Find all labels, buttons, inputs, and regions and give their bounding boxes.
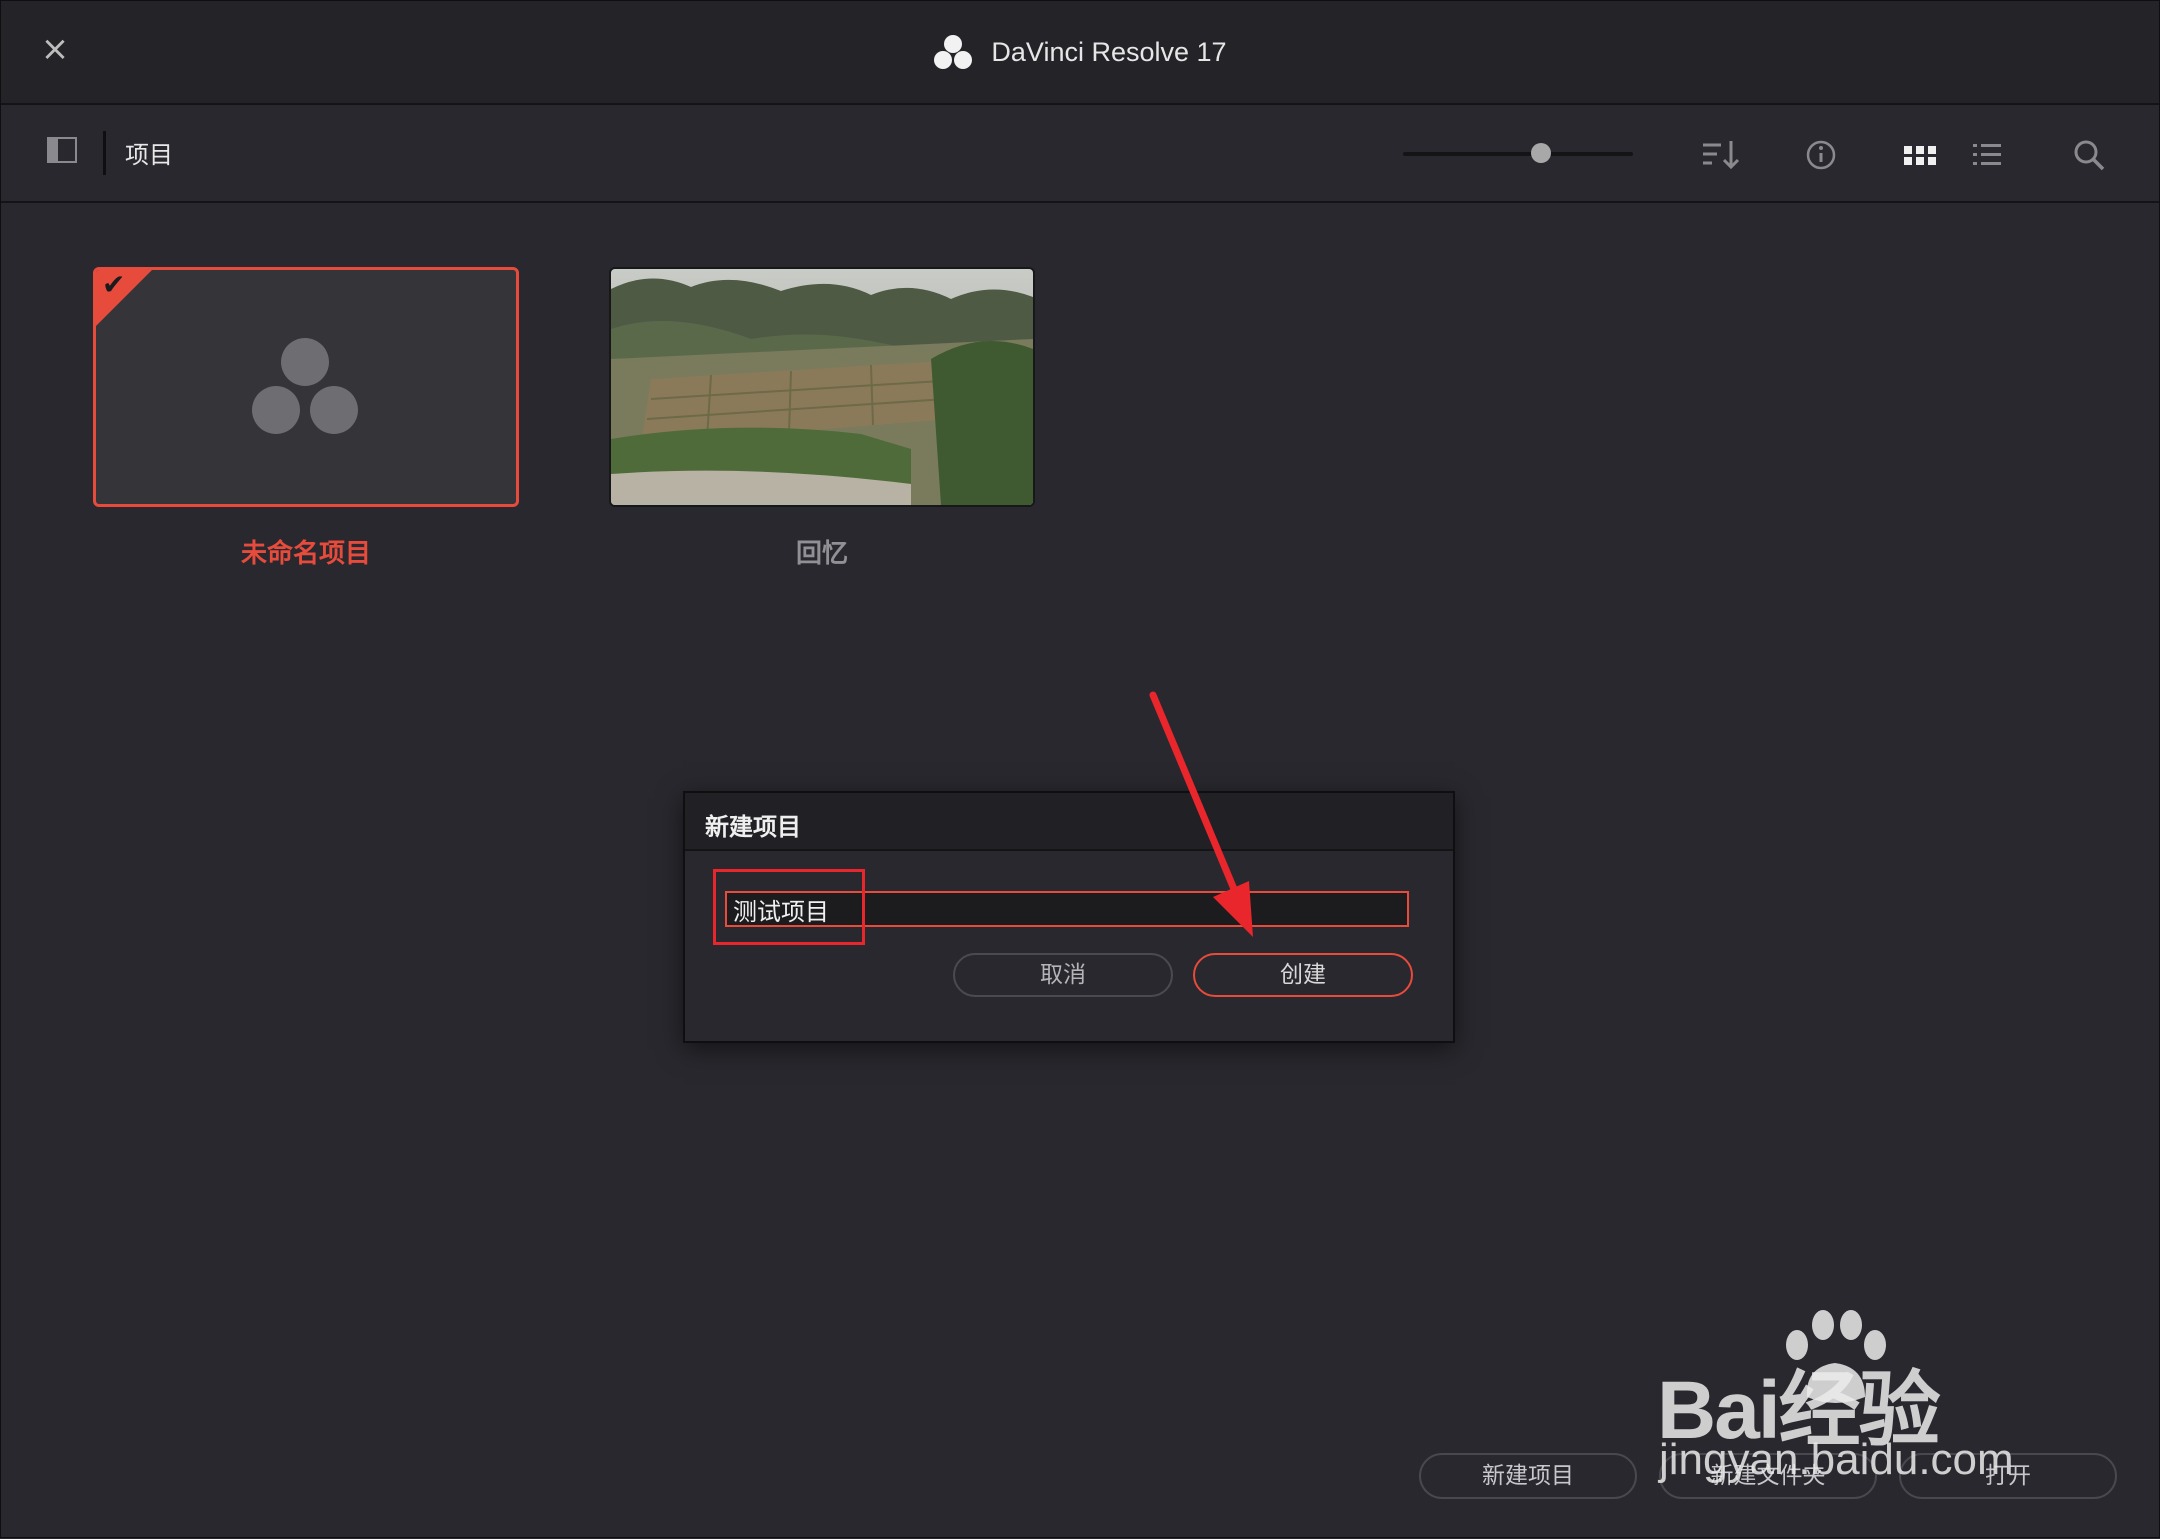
project-manager-window: × DaVinci Resolve 17 项目 ✔ 未命名项目 回忆 新建项目 …	[0, 0, 2160, 1538]
info-icon[interactable]	[1801, 135, 1841, 175]
project-card-memories[interactable]: 回忆	[609, 267, 1035, 569]
project-name[interactable]: 回忆	[609, 533, 1035, 570]
project-thumbnail[interactable]	[609, 267, 1035, 507]
new-project-dialog: 新建项目 取消 创建	[683, 791, 1455, 1043]
sort-icon[interactable]	[1701, 135, 1741, 175]
watermark-url: jingyan.baidu.com	[1659, 1435, 2014, 1484]
cancel-button[interactable]: 取消	[953, 953, 1173, 997]
thumbnail-zoom-slider[interactable]	[1403, 143, 1633, 163]
new-project-button[interactable]: 新建项目	[1419, 1453, 1637, 1499]
baidu-watermark: Bai经验 jingyan.baidu.com	[1657, 1305, 2057, 1485]
search-icon[interactable]	[2069, 135, 2109, 175]
list-view-icon[interactable]	[1969, 135, 2009, 175]
toolbar-divider	[103, 131, 106, 175]
project-card-untitled[interactable]: ✔ 未命名项目	[93, 267, 519, 569]
toolbar: 项目	[1, 105, 2159, 203]
project-name[interactable]: 未命名项目	[93, 533, 519, 570]
project-thumbnail[interactable]: ✔	[93, 267, 519, 507]
sidebar-toggle-icon[interactable]	[47, 137, 77, 163]
landscape-photo-thumbnail	[611, 269, 1033, 505]
dialog-title: 新建项目	[705, 813, 801, 841]
dialog-header: 新建项目	[685, 793, 1453, 851]
checkmark-icon: ✔	[102, 268, 126, 301]
title-bar: × DaVinci Resolve 17	[1, 1, 2159, 105]
create-button[interactable]: 创建	[1193, 953, 1413, 997]
davinci-logo-icon	[934, 35, 973, 69]
davinci-logo-placeholder-icon	[252, 338, 358, 434]
slider-handle[interactable]	[1531, 143, 1551, 163]
window-title-group: DaVinci Resolve 17	[1, 1, 2159, 103]
window-title: DaVinci Resolve 17	[991, 36, 1227, 67]
toolbar-title: 项目	[125, 141, 173, 169]
grid-view-icon[interactable]	[1901, 135, 1941, 175]
project-name-input[interactable]	[725, 891, 1409, 927]
